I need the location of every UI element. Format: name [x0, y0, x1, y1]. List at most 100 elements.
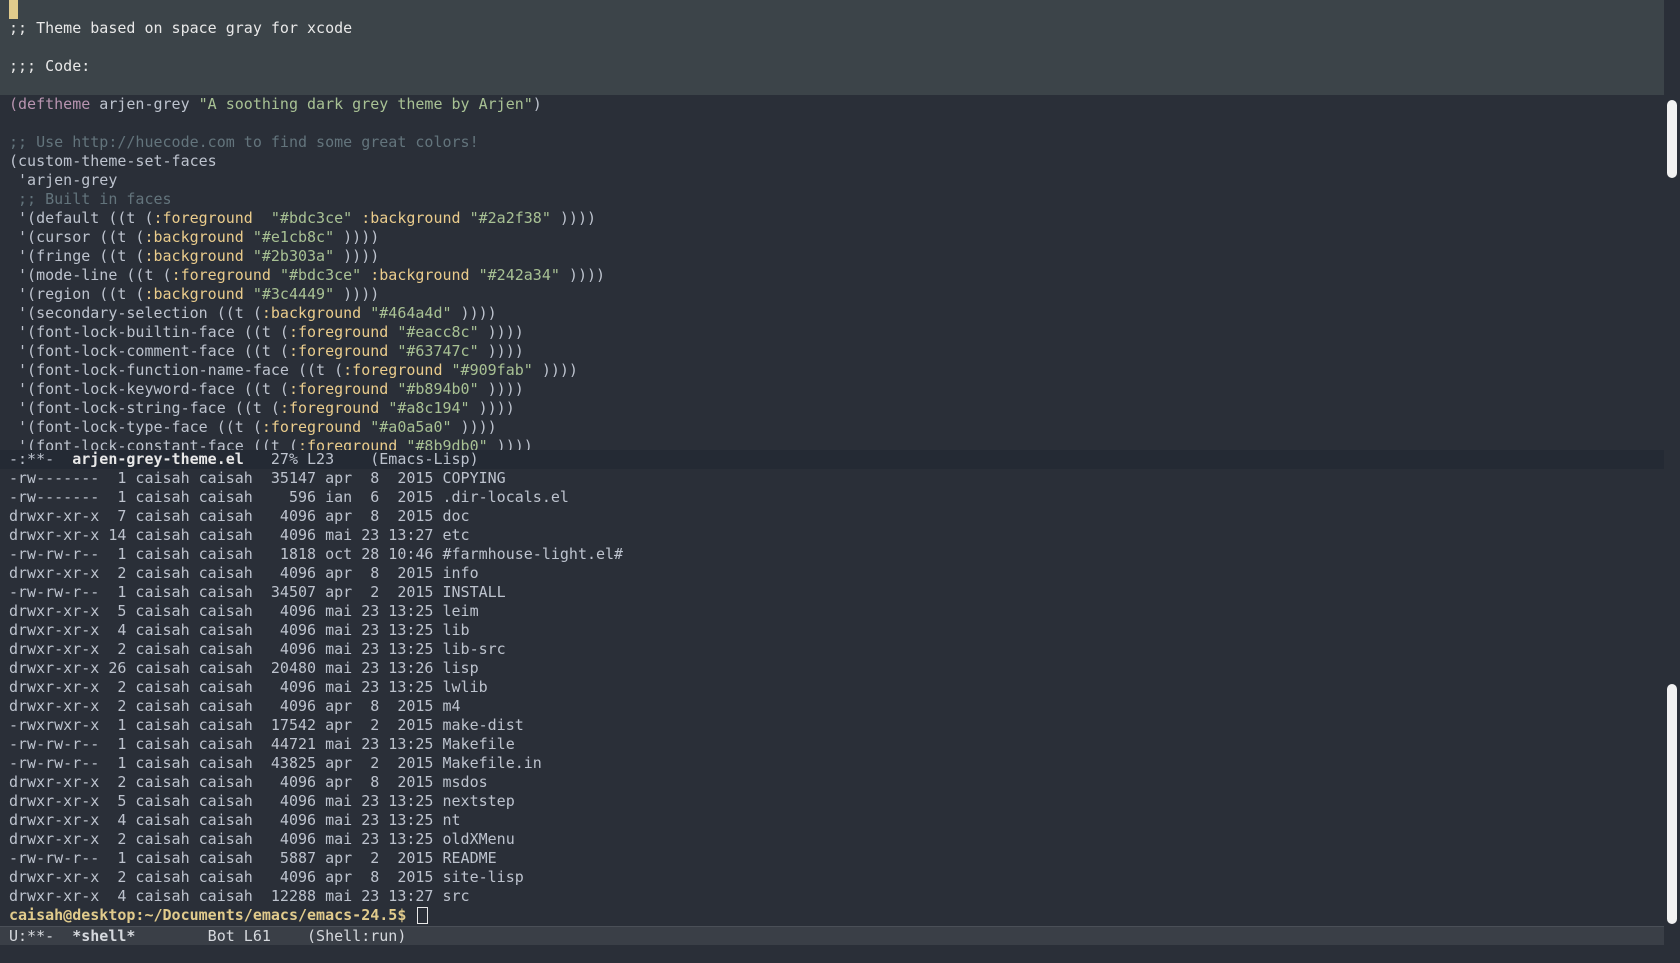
- shell-scrollbar[interactable]: [1664, 469, 1680, 926]
- theme-description-string: "A soothing dark grey theme by Arjen": [198, 95, 533, 113]
- face-text: '(fringe ((t (: [9, 247, 145, 265]
- listing-row: drwxr-xr-x 7 caisah caisah 4096 apr 8 20…: [9, 507, 470, 525]
- color-string: "#3c4449": [252, 285, 335, 303]
- color-string: "#2a2f38": [469, 209, 551, 227]
- face-definition-line: '(font-lock-function-name-face ((t (:for…: [0, 361, 1664, 380]
- listing-row: -rw-rw-r-- 1 caisah caisah 5887 apr 2 20…: [9, 849, 497, 867]
- modeline-position: 27% L23: [243, 450, 371, 468]
- selected-region[interactable]: ;; Theme based on space gray for xcode ;…: [0, 0, 1664, 95]
- shell-prompt: caisah@desktop:~/Documents/emacs/emacs-2…: [9, 906, 416, 924]
- color-string: "#bdc3ce": [270, 209, 353, 227]
- face-text: '(font-lock-keyword-face ((t (: [9, 380, 289, 398]
- listing-row: drwxr-xr-x 5 caisah caisah 4096 mai 23 1…: [9, 602, 479, 620]
- face-definition-line: '(font-lock-string-face ((t (:foreground…: [0, 399, 1664, 418]
- code-scrollbar[interactable]: [1664, 0, 1680, 450]
- face-definition-line: '(font-lock-type-face ((t (:foreground "…: [0, 418, 1664, 437]
- face-definition-line: '(font-lock-keyword-face ((t (:foregroun…: [0, 380, 1664, 399]
- face-text: )))): [451, 418, 497, 436]
- mode-line-active[interactable]: -:**- arjen-grey-theme.el 27% L23 (Emacs…: [0, 450, 1664, 469]
- modeline-status: U:**-: [9, 927, 73, 945]
- face-definition-line: '(font-lock-comment-face ((t (:foregroun…: [0, 342, 1664, 361]
- listing-row: drwxr-xr-x 4 caisah caisah 4096 mai 23 1…: [9, 811, 461, 829]
- face-text: [352, 209, 361, 227]
- face-text: )))): [478, 342, 524, 360]
- face-text: )))): [559, 266, 606, 284]
- face-text: [271, 266, 280, 284]
- face-text: '(mode-line ((t (: [9, 266, 172, 284]
- face-text: '(font-lock-function-name-face ((t (: [9, 361, 344, 379]
- face-definition-line: '(secondary-selection ((t (:background "…: [0, 304, 1664, 323]
- shell-scroll-thumb[interactable]: [1667, 684, 1677, 924]
- face-definition-line: '(mode-line ((t (:foreground "#bdc3ce" :…: [0, 266, 1664, 285]
- listing-row: drwxr-xr-x 2 caisah caisah 4096 apr 8 20…: [9, 697, 461, 715]
- listing-row: drwxr-xr-x 2 caisah caisah 4096 mai 23 1…: [9, 640, 506, 658]
- face-attribute-keyword: :foreground: [171, 266, 271, 284]
- code-editor-pane[interactable]: ;; Theme based on space gray for xcode ;…: [0, 0, 1664, 450]
- face-definition-line: '(font-lock-builtin-face ((t (:foregroun…: [0, 323, 1664, 342]
- paren: ): [532, 95, 542, 113]
- listing-row: drwxr-xr-x 26 caisah caisah 20480 mai 23…: [9, 659, 479, 677]
- listing-row: -rwxrwxr-x 1 caisah caisah 17542 apr 2 2…: [9, 716, 524, 734]
- face-attribute-keyword: :foreground: [297, 437, 398, 450]
- listing-row: drwxr-xr-x 4 caisah caisah 12288 mai 23 …: [9, 887, 470, 905]
- modeline-major-mode[interactable]: (Shell:run): [307, 927, 406, 945]
- minibuffer[interactable]: [0, 945, 1680, 963]
- face-text: '(font-lock-string-face ((t (: [9, 399, 280, 417]
- shell-pane[interactable]: -rw------- 1 caisah caisah 35147 apr 8 2…: [0, 469, 1664, 926]
- face-text: '(font-lock-comment-face ((t (: [9, 342, 289, 360]
- face-attribute-keyword: :foreground: [288, 342, 389, 360]
- color-string: "#464a4d": [370, 304, 452, 322]
- face-attribute-keyword: :foreground: [288, 380, 389, 398]
- listing-row: -rw-rw-r-- 1 caisah caisah 34507 apr 2 2…: [9, 583, 506, 601]
- face-text: )))): [334, 247, 380, 265]
- color-string: "#242a34": [478, 266, 560, 284]
- face-text: [470, 266, 479, 284]
- face-text: [379, 399, 388, 417]
- color-string: "#2b303a": [252, 247, 335, 265]
- face-text: '(font-lock-builtin-face ((t (: [9, 323, 289, 341]
- face-text: [397, 437, 406, 450]
- face-attribute-keyword: :background: [144, 285, 244, 303]
- color-string: "#909fab": [451, 361, 533, 379]
- mode-line-inactive[interactable]: U:**- *shell* Bot L61 (Shell:run): [0, 926, 1664, 945]
- face-text: '(cursor ((t (: [9, 228, 145, 246]
- listing-row: drwxr-xr-x 4 caisah caisah 4096 mai 23 1…: [9, 621, 470, 639]
- text-cursor: [9, 0, 18, 19]
- listing-row: drwxr-xr-x 5 caisah caisah 4096 mai 23 1…: [9, 792, 515, 810]
- listing-row: drwxr-xr-x 2 caisah caisah 4096 apr 8 20…: [9, 564, 479, 582]
- face-text: )))): [478, 323, 524, 341]
- color-string: "#a0a5a0": [370, 418, 452, 436]
- color-string: "#bdc3ce": [279, 266, 362, 284]
- face-text: [244, 285, 253, 303]
- color-string: "#63747c": [397, 342, 479, 360]
- modeline-major-mode[interactable]: (Emacs-Lisp): [370, 450, 478, 468]
- face-attribute-keyword: :foreground: [279, 399, 380, 417]
- color-string: "#8b9db0": [406, 437, 488, 450]
- code-scroll-thumb[interactable]: [1667, 100, 1677, 178]
- deftheme-line: (deftheme arjen-grey "A soothing dark gr…: [0, 95, 1664, 114]
- face-attribute-keyword: :foreground: [343, 361, 443, 379]
- face-text: )))): [469, 399, 515, 417]
- listing-row: -rw------- 1 caisah caisah 596 ian 6 201…: [9, 488, 569, 506]
- face-definition-line: '(region ((t (:background "#3c4449" )))): [0, 285, 1664, 304]
- code-line: ;;; Code:: [9, 57, 91, 75]
- listing-row: drwxr-xr-x 2 caisah caisah 4096 mai 23 1…: [9, 678, 488, 696]
- shell-cursor: [417, 907, 429, 924]
- shell-prompt-line[interactable]: caisah@desktop:~/Documents/emacs/emacs-2…: [0, 906, 1664, 925]
- face-attribute-keyword: :background: [370, 266, 470, 284]
- face-text: [361, 266, 370, 284]
- modeline-buffer-name[interactable]: *shell*: [72, 927, 135, 945]
- face-attribute-keyword: :foreground: [261, 418, 362, 436]
- listing-row: drwxr-xr-x 2 caisah caisah 4096 apr 8 20…: [9, 773, 488, 791]
- color-string: "#a8c194": [388, 399, 470, 417]
- face-text: '(secondary-selection ((t (: [9, 304, 262, 322]
- color-string: "#eacc8c": [397, 323, 479, 341]
- modeline-buffer-name[interactable]: arjen-grey-theme.el: [72, 450, 244, 468]
- face-text: '(region ((t (: [9, 285, 145, 303]
- listing-row: -rw-rw-r-- 1 caisah caisah 43825 apr 2 2…: [9, 754, 542, 772]
- face-text: [244, 247, 253, 265]
